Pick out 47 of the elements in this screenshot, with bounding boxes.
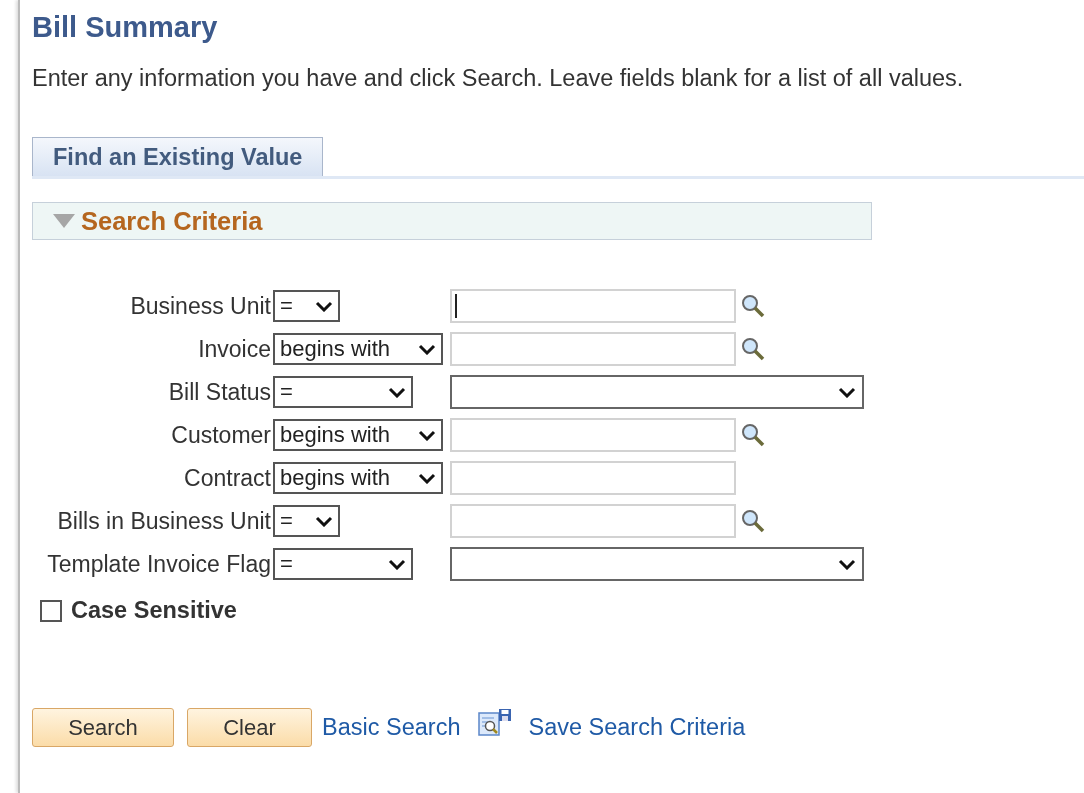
text-field[interactable] (450, 332, 736, 366)
search-icon[interactable] (740, 336, 766, 362)
action-button[interactable]: Search (32, 708, 174, 747)
operator-dropdown[interactable]: = (273, 290, 340, 322)
page-title: Bill Summary (32, 10, 219, 45)
operator-dropdown[interactable]: begins with (273, 462, 443, 494)
chevron-down-icon[interactable] (388, 558, 406, 570)
section-header[interactable]: Search Criteria (32, 202, 872, 240)
field-label: Customer (170, 421, 272, 449)
chevron-down-icon[interactable] (315, 300, 333, 312)
instruction-text: Enter any information you have and click Search. Leave fields blank for a list of all values. (32, 65, 965, 91)
checkbox[interactable] (40, 599, 62, 622)
chevron-down-icon[interactable] (418, 472, 436, 484)
operator-dropdown[interactable]: begins with (273, 419, 443, 451)
chevron-down-icon[interactable] (418, 429, 436, 441)
search-icon[interactable] (740, 422, 766, 448)
search-icon[interactable] (740, 293, 766, 319)
text-field[interactable] (450, 461, 736, 495)
operator-dropdown[interactable]: begins with (273, 333, 443, 365)
text-field[interactable] (450, 418, 736, 452)
checkbox-label: Case Sensitive (71, 597, 237, 624)
field-label: Bills in Business Unit (56, 507, 272, 535)
field-label: Business Unit (129, 292, 272, 320)
value-dropdown[interactable] (450, 547, 864, 581)
link[interactable]: Save Search Criteria (528, 714, 746, 741)
operator-dropdown[interactable]: = (273, 376, 413, 408)
value-dropdown[interactable] (450, 375, 864, 409)
section-title: Search Criteria (81, 206, 263, 236)
chevron-down-icon[interactable] (838, 386, 856, 398)
text-field[interactable] (450, 504, 736, 538)
operator-dropdown[interactable]: = (273, 505, 340, 537)
link[interactable]: Basic Search (322, 714, 461, 741)
chevron-down-icon[interactable] (315, 515, 333, 527)
field-label: Bill Status (167, 378, 272, 406)
text-field[interactable] (450, 289, 736, 323)
search-save-icon[interactable] (478, 707, 513, 738)
field-label: Template Invoice Flag (46, 550, 272, 578)
chevron-down-icon[interactable] (418, 343, 436, 355)
chevron-down-icon[interactable] (388, 386, 406, 398)
search-icon[interactable] (740, 508, 766, 534)
tab[interactable]: Find an Existing Value (32, 137, 324, 176)
chevron-down-icon[interactable] (838, 558, 856, 570)
field-label: Contract (183, 464, 272, 492)
operator-dropdown[interactable]: = (273, 548, 413, 580)
action-button[interactable]: Clear (187, 708, 312, 747)
field-label: Invoice (197, 335, 272, 363)
collapse-triangle-icon (53, 214, 75, 228)
